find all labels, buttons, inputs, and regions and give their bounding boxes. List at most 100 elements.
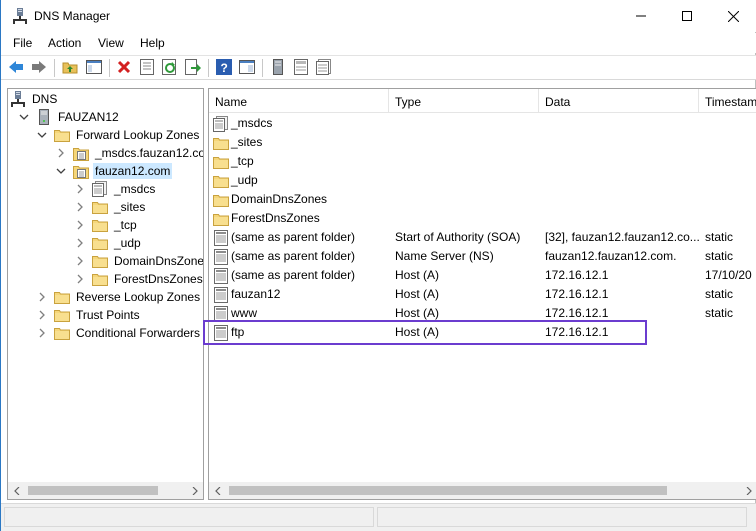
cell-name: DomainDnsZones [213, 190, 391, 209]
chevron-right-icon[interactable] [74, 255, 86, 267]
chevron-down-icon[interactable] [55, 165, 67, 177]
tree-item-conditional-forwarders[interactable]: Conditional Forwarders [36, 324, 202, 342]
maximize-button[interactable] [664, 0, 710, 32]
tree-item-fauzan12[interactable]: FAUZAN12 [18, 108, 121, 126]
menu-action[interactable]: Action [48, 36, 81, 50]
scroll-thumb[interactable] [229, 486, 667, 495]
chevron-right-icon[interactable] [55, 147, 67, 159]
cell-type [395, 190, 543, 209]
cell-type: Host (A) [395, 325, 440, 339]
chevron-right-icon[interactable] [36, 327, 48, 339]
chevron-right-icon[interactable] [74, 219, 86, 231]
chevron-right-icon[interactable] [74, 183, 86, 195]
tree-item-reverse-lookup-zones[interactable]: Reverse Lookup Zones [36, 288, 202, 306]
record-icon [213, 267, 229, 284]
scroll-right-icon[interactable] [740, 482, 756, 499]
cell-data [545, 114, 701, 133]
tree-item-label: _sites [114, 200, 146, 214]
tree-item-msdcs[interactable]: _msdcs [74, 180, 157, 198]
table-row[interactable]: www Host (A) 172.16.12.1 static [209, 304, 756, 323]
tree-item-sites[interactable]: _sites [74, 198, 147, 216]
tree-horizontal-scrollbar[interactable] [8, 482, 203, 499]
column-header-data[interactable]: Data [539, 89, 699, 113]
menu-file[interactable]: File [13, 36, 32, 50]
window-title: DNS Manager [34, 9, 111, 23]
tree-item-udp[interactable]: _udp [74, 234, 143, 252]
cell-timestamp: static [705, 230, 734, 244]
list-horizontal-scrollbar[interactable] [209, 482, 756, 499]
scroll-right-icon[interactable] [186, 482, 203, 499]
help-button[interactable]: ? [215, 58, 233, 78]
table-row[interactable]: ForestDnsZones [209, 209, 756, 228]
scroll-thumb[interactable] [28, 486, 158, 495]
cell-type: Host (A) [395, 306, 440, 320]
tree-item-label: Forward Lookup Zones [76, 128, 200, 142]
chevron-right-icon[interactable] [36, 291, 48, 303]
table-row[interactable]: _udp [209, 171, 756, 190]
menu-view[interactable]: View [98, 36, 124, 50]
console-tree[interactable]: DNS FAUZAN12 Forward Lookup Zones _msdcs.fa… [7, 88, 204, 500]
cell-type: Host (A) [395, 287, 440, 301]
delete-button[interactable] [115, 59, 133, 77]
close-button[interactable] [710, 0, 756, 32]
table-row[interactable]: (same as parent folder) Name Server (NS) f… [209, 247, 756, 266]
table-row[interactable]: _tcp [209, 152, 756, 171]
table-row[interactable]: ftp Host (A) 172.16.12.1 [209, 323, 756, 342]
cell-data [545, 190, 701, 209]
cell-name: _sites [213, 133, 391, 152]
chevron-down-icon[interactable] [18, 111, 30, 123]
tree-item-domaindnszones[interactable]: DomainDnsZones [74, 252, 203, 270]
record-name: _udp [231, 173, 258, 187]
refresh-button[interactable] [161, 58, 179, 77]
column-header-type[interactable]: Type [389, 89, 539, 113]
show-console-tree-button[interactable] [238, 59, 256, 77]
dns-record-button[interactable] [315, 58, 333, 77]
properties-button[interactable] [138, 58, 156, 77]
cell-type: Host (A) [395, 268, 440, 282]
help-icon: ? [216, 58, 232, 78]
up-one-level-button[interactable] [61, 59, 79, 77]
export-list-button[interactable] [184, 58, 202, 78]
column-header-timestamp[interactable]: Timestamp [699, 89, 756, 113]
back-button[interactable] [7, 59, 25, 77]
table-row[interactable]: (same as parent folder) Start of Authorit… [209, 228, 756, 247]
record-icon [213, 286, 229, 303]
table-row[interactable]: DomainDnsZones [209, 190, 756, 209]
record-name: _msdcs [231, 116, 273, 130]
tree-item-trust-points[interactable]: Trust Points [36, 306, 142, 324]
chevron-right-icon[interactable] [74, 237, 86, 249]
scroll-left-icon[interactable] [8, 482, 25, 499]
minimize-button[interactable] [618, 0, 664, 32]
scroll-left-icon[interactable] [209, 482, 226, 499]
cell-data [545, 209, 701, 228]
record-list[interactable]: Name Type Data Timestamp _msdcs _sites _tc… [208, 88, 756, 500]
show-hide-tree-button[interactable] [85, 59, 103, 77]
record-name: www [231, 306, 257, 320]
chevron-right-icon[interactable] [36, 309, 48, 321]
tree-item-forward-lookup-zones[interactable]: Forward Lookup Zones [36, 126, 201, 144]
tree-item-tcp[interactable]: _tcp [74, 216, 139, 234]
tree-item-msdcs-fauzan12-com[interactable]: _msdcs.fauzan12.com [55, 144, 203, 162]
record-button[interactable] [292, 58, 310, 77]
table-row[interactable]: _sites [209, 133, 756, 152]
zone-icon [73, 163, 89, 179]
forward-button[interactable] [30, 59, 48, 77]
cell-type [395, 152, 543, 171]
export-list-icon [185, 58, 201, 78]
server-button[interactable] [269, 58, 287, 77]
column-header-name[interactable]: Name [209, 89, 389, 113]
chevron-right-icon[interactable] [74, 273, 86, 285]
menu-help[interactable]: Help [140, 36, 165, 50]
table-row[interactable]: _msdcs [209, 114, 756, 133]
chevron-right-icon[interactable] [74, 201, 86, 213]
minimize-icon [636, 11, 646, 21]
tree-item-forestdnszones[interactable]: ForestDnsZones [74, 270, 203, 288]
table-row[interactable]: (same as parent folder) Host (A) 172.16.12… [209, 266, 756, 285]
tree-item-dns[interactable]: DNS [10, 90, 59, 108]
chevron-down-icon[interactable] [36, 129, 48, 141]
list-header: Name Type Data Timestamp [209, 89, 756, 113]
tree-item-fauzan12-com[interactable]: fauzan12.com [55, 162, 173, 180]
title-bar[interactable]: DNS Manager [1, 0, 756, 32]
table-row[interactable]: fauzan12 Host (A) 172.16.12.1 static [209, 285, 756, 304]
delegated-zone-icon [92, 181, 108, 197]
